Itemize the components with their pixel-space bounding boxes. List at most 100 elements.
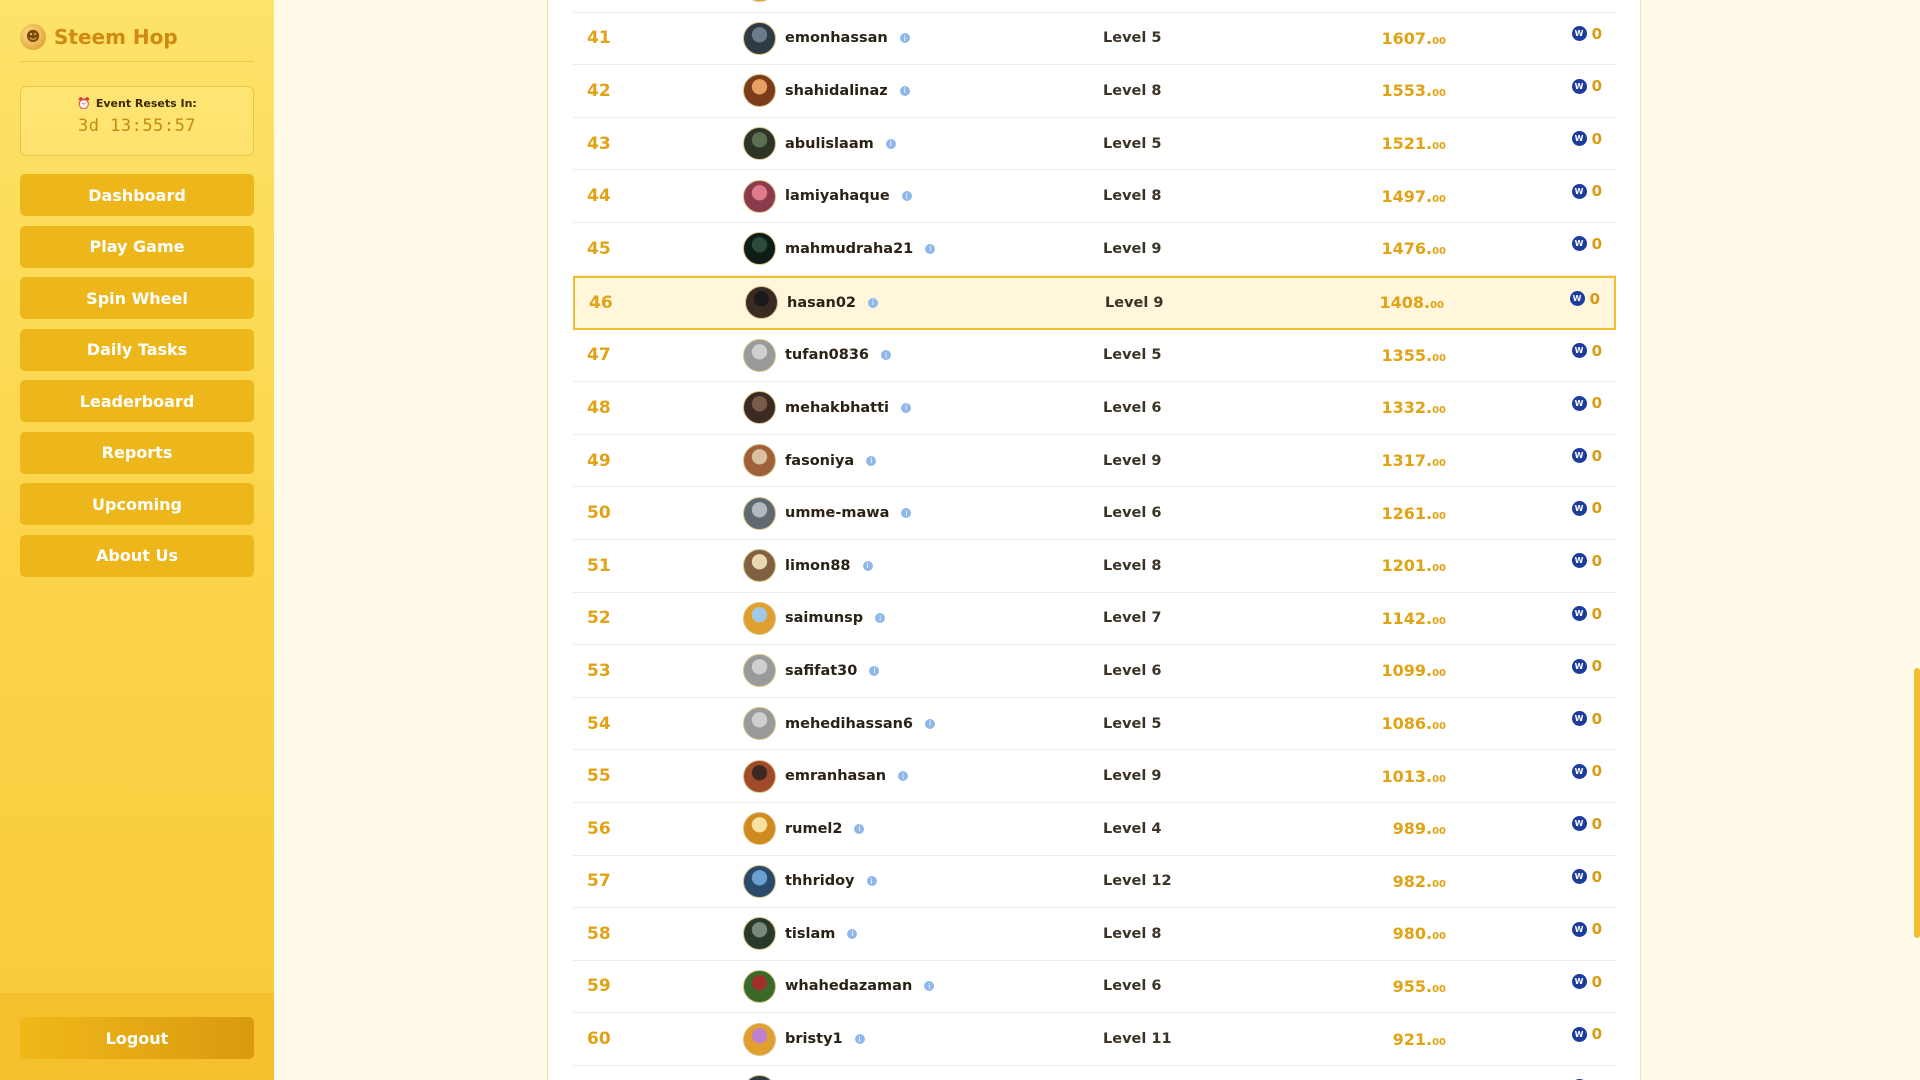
avatar[interactable] [743,338,776,372]
avatar[interactable] [743,496,776,530]
avatar[interactable] [743,444,776,478]
user-cell[interactable]: lamiyahaque i [743,179,912,213]
user-cell[interactable]: mahmudraha21 i [743,232,936,266]
info-icon[interactable]: i [901,508,912,519]
user-cell[interactable]: abulislaam i [743,127,896,161]
user-cell[interactable]: whahedazaman i [743,969,935,1003]
info-icon[interactable]: i [901,191,912,202]
info-icon[interactable]: i [899,33,910,44]
brand[interactable]: ☻ Steem Hop [20,20,254,62]
info-icon[interactable]: i [881,350,892,361]
logout-button[interactable]: Logout [20,1017,254,1059]
info-icon[interactable]: i [924,981,935,992]
username[interactable]: tufan0836 [785,347,869,363]
info-icon[interactable]: i [885,138,896,149]
username[interactable]: safifat30 [785,663,857,679]
avatar[interactable] [743,917,776,951]
username[interactable]: thhridoy [785,873,855,889]
username[interactable]: abulislaam [785,136,874,152]
avatar[interactable] [743,74,776,108]
info-icon[interactable]: i [925,718,936,729]
username[interactable]: umme-mawa [785,505,889,521]
info-icon[interactable]: i [901,402,912,413]
nav-about-us-button[interactable]: About Us [20,534,254,577]
user-cell[interactable]: limon88 i [743,549,873,583]
nav-leaderboard-button[interactable]: Leaderboard [20,380,254,422]
avatar[interactable] [743,864,776,898]
avatar[interactable] [743,654,776,688]
username[interactable]: hasan02 [787,295,856,311]
info-icon[interactable]: i [925,243,936,254]
user-cell[interactable]: emonhassan i [743,21,910,55]
info-icon[interactable]: i [898,771,909,782]
avatar[interactable] [743,969,776,1003]
info-icon[interactable]: i [854,823,865,834]
avatar[interactable] [743,391,776,425]
avatar[interactable] [743,1022,776,1056]
info-icon[interactable]: i [866,455,877,466]
level: Level 8 [1103,557,1162,574]
username[interactable]: bristy1 [785,1031,843,1047]
avatar[interactable] [743,179,776,213]
username[interactable]: tislam [785,926,835,942]
avatar[interactable] [743,707,776,741]
user-cell[interactable]: emranhasan i [743,759,909,793]
user-cell[interactable]: saimunsp i [743,601,886,635]
username[interactable]: shahidalinaz [785,83,888,99]
user-cell[interactable]: bristy1 i [743,1022,865,1056]
reward-value: 0 [1591,867,1602,886]
avatar[interactable] [743,127,776,161]
username[interactable]: mehedihassan6 [785,716,913,732]
nav-daily-tasks-button[interactable]: Daily Tasks [20,328,254,371]
info-icon[interactable]: i [869,665,880,676]
level: Level 8 [1103,925,1162,942]
avatar[interactable] [743,21,776,55]
avatar[interactable] [743,549,776,583]
info-icon[interactable]: i [875,613,886,624]
info-icon[interactable]: i [862,560,873,571]
nav-spin-wheel-button[interactable]: Spin Wheel [20,277,254,319]
user-cell[interactable]: tislam i [743,917,858,951]
username[interactable]: lamiyahaque [785,188,890,204]
username[interactable]: emonhassan [785,30,888,46]
info-icon[interactable]: i [847,928,858,939]
avatar[interactable] [743,1075,776,1080]
nav-dashboard-button[interactable]: Dashboard [20,174,254,216]
user-cell[interactable] [743,0,785,3]
avatar[interactable] [743,0,776,3]
username[interactable]: saimunsp [785,610,863,626]
user-cell[interactable]: fasoniya i [743,444,877,478]
avatar[interactable] [743,759,776,793]
user-cell[interactable]: tufan0836 i [743,338,892,372]
info-icon[interactable]: i [899,85,910,96]
scrollbar-thumb[interactable] [1914,668,1920,938]
info-icon[interactable]: i [854,1034,865,1045]
user-cell[interactable]: thhridoy i [743,864,877,898]
avatar[interactable] [743,601,776,635]
nav-reports-button[interactable]: Reports [20,431,254,474]
level: Level 6 [1103,505,1162,522]
username[interactable]: emranhasan [785,768,886,784]
user-cell[interactable]: mehedihassan6 i [743,707,936,741]
user-cell[interactable] [743,1075,785,1080]
avatar[interactable] [743,812,776,846]
user-cell[interactable]: hasan02 i [745,286,879,320]
username[interactable]: whahedazaman [785,978,912,994]
nav-upcoming-button[interactable]: Upcoming [20,483,254,525]
username[interactable]: mahmudraha21 [785,241,913,257]
user-cell[interactable]: umme-mawa i [743,496,912,530]
info-icon[interactable]: i [868,297,879,308]
username[interactable]: rumel2 [785,821,842,837]
username[interactable]: limon88 [785,558,851,574]
username[interactable]: mehakbhatti [785,400,889,416]
nav-play-game-button[interactable]: Play Game [20,225,254,268]
avatar[interactable] [745,286,778,320]
username[interactable]: fasoniya [785,453,854,469]
user-cell[interactable]: rumel2 i [743,812,865,846]
info-icon[interactable]: i [866,876,877,887]
user-cell[interactable]: safifat30 i [743,654,880,688]
user-cell[interactable]: mehakbhatti i [743,391,912,425]
scrollbar[interactable] [1912,0,1920,1080]
user-cell[interactable]: shahidalinaz i [743,74,910,108]
avatar[interactable] [743,232,776,266]
